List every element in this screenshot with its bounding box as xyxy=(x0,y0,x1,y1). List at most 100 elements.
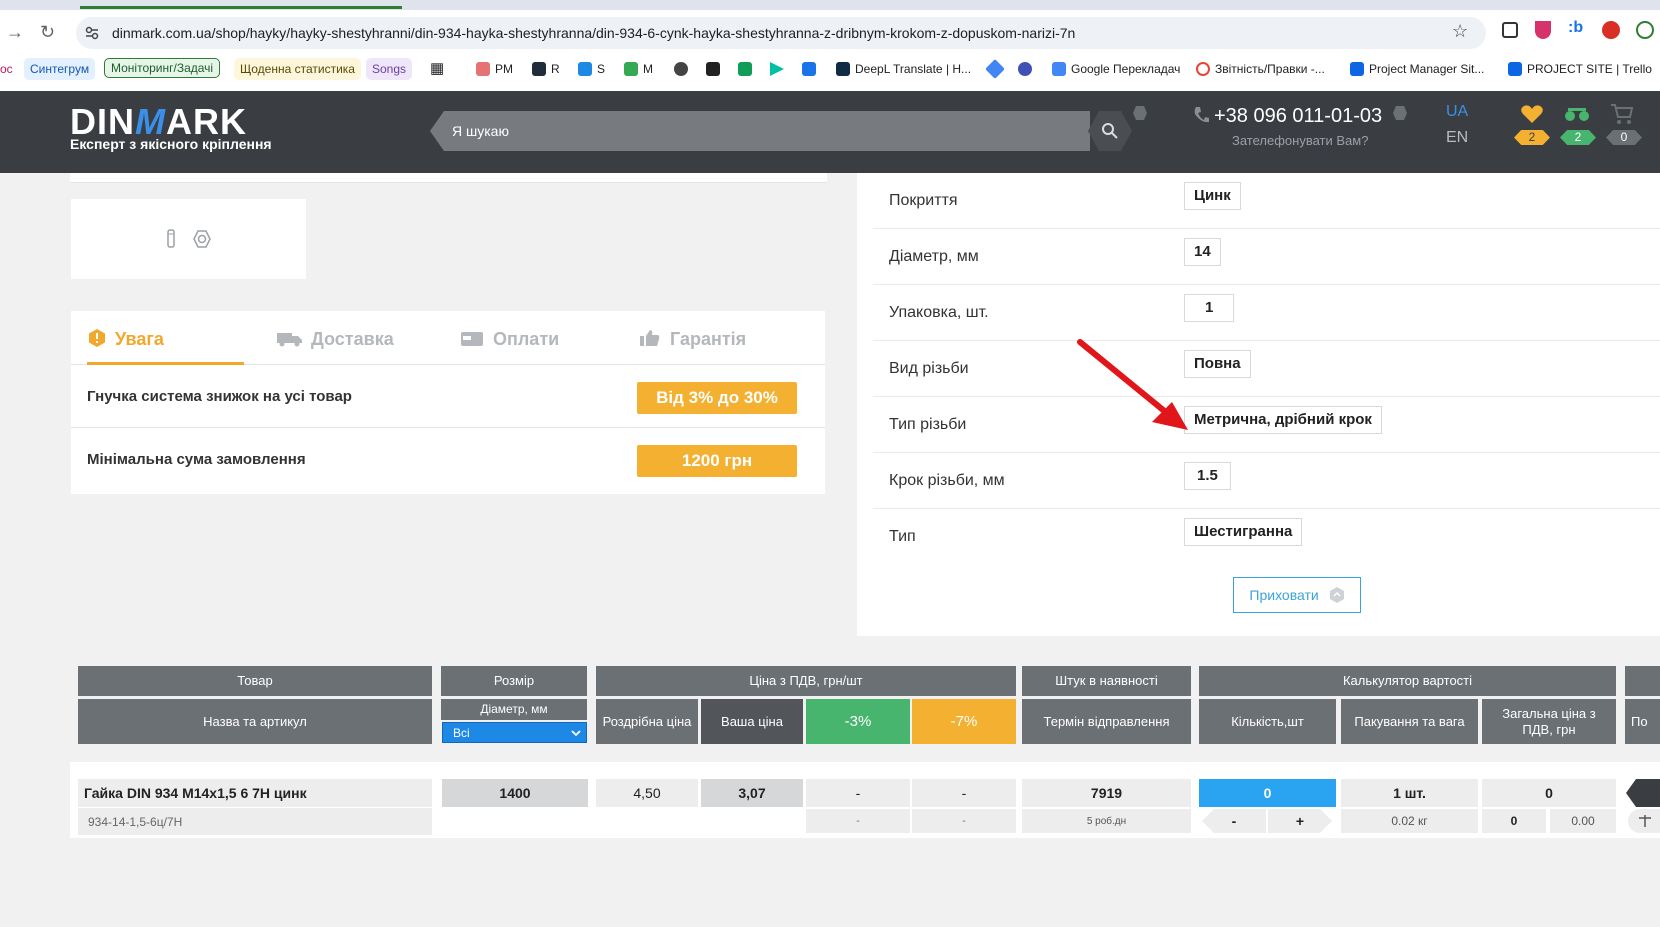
gemini-bookmark-icon[interactable] xyxy=(985,58,1007,80)
blue-circle-bookmark-icon[interactable] xyxy=(1018,58,1037,80)
m-favicon-icon xyxy=(624,62,638,76)
google-favicon-icon xyxy=(1196,62,1210,76)
spec-row-coating: Покриття Цинк xyxy=(873,173,1660,229)
s-favicon-icon xyxy=(578,62,592,76)
bookmark-r[interactable]: R xyxy=(532,58,560,80)
cart-icon[interactable] xyxy=(1610,103,1634,125)
spec-value[interactable]: Метрична, дрібний крок xyxy=(1184,406,1382,434)
compare-icon[interactable] xyxy=(1564,105,1590,125)
spec-value[interactable]: Цинк xyxy=(1184,182,1241,210)
th-minus3: -3% xyxy=(806,699,910,744)
bookmark-star-icon[interactable]: ☆ xyxy=(1452,21,1468,42)
phone-number[interactable]: +38 096 011-01-03 xyxy=(1190,105,1382,128)
heart-icon[interactable] xyxy=(1520,103,1544,125)
truck-icon xyxy=(277,333,302,347)
total-value: 0 xyxy=(1482,779,1616,807)
th-extra xyxy=(1625,666,1660,696)
info-row-min-order: Мінімальна сума замовлення 1200 грн xyxy=(71,429,825,491)
specifications-panel: Покриття Цинк Діаметр, мм 14 Упаковка, ш… xyxy=(857,173,1660,636)
product-name-link[interactable]: Гайка DIN 934 М14х1,5 6 7Н цинк xyxy=(78,779,432,807)
openai-bookmark-icon[interactable] xyxy=(674,58,693,80)
spec-label: Діаметр, мм xyxy=(889,248,979,265)
tab-warranty[interactable]: Гарантія xyxy=(640,329,746,350)
image-extension-icon[interactable] xyxy=(1502,22,1518,38)
thumbs-up-icon xyxy=(640,330,660,346)
compare-row-button[interactable] xyxy=(1628,809,1660,833)
minus7-value: - xyxy=(912,779,1016,807)
info-tabs: Увага Доставка Оплати Гарантія xyxy=(71,311,825,365)
trello-favicon-icon xyxy=(1350,62,1364,76)
bolt-thumbnail-icon[interactable] xyxy=(165,229,177,249)
bookmark-reports[interactable]: Звітність/Правки -... xyxy=(1196,58,1325,80)
site-settings-icon[interactable] xyxy=(85,26,99,40)
forward-icon[interactable]: → xyxy=(6,22,24,43)
warning-hex-icon xyxy=(89,329,105,347)
green-extension-icon[interactable] xyxy=(1636,21,1654,39)
th-name: Назва та артикул xyxy=(78,699,432,744)
spec-row-thread-pitch: Крок різьби, мм 1.5 xyxy=(873,453,1660,509)
bookmarks-bar: oc Синтегрум Моніторинг/Задачі Щоденна с… xyxy=(0,55,1660,85)
spec-value[interactable]: 14 xyxy=(1184,238,1221,266)
product-sku: 934-14-1,5-6ц/7Н xyxy=(78,808,432,835)
address-bar[interactable]: dinmark.com.ua/shop/hayky/hayky-shestyhr… xyxy=(76,17,1486,49)
search-input[interactable]: Я шукаю xyxy=(430,111,1090,151)
bookmark-trello[interactable]: PROJECT SITE | Trello xyxy=(1508,58,1652,80)
heart-bookmark-icon[interactable] xyxy=(802,58,821,80)
th-your-price: Ваша ціна xyxy=(701,699,803,744)
nut-thumbnail-icon[interactable] xyxy=(192,229,212,249)
tab-delivery[interactable]: Доставка xyxy=(277,329,394,350)
spec-value[interactable]: 1 xyxy=(1184,294,1235,322)
settings-hex-icon[interactable] xyxy=(1132,105,1148,121)
spec-label: Тип xyxy=(889,528,916,545)
spec-value[interactable]: Шестигранна xyxy=(1184,518,1303,546)
bookmark-daily-stats[interactable]: Щоденна статистика xyxy=(234,58,361,80)
th-packaging: Пакування та вага xyxy=(1341,699,1478,744)
hide-hex-icon xyxy=(1329,587,1344,603)
shield-extension-icon[interactable] xyxy=(1535,21,1551,39)
bookmark-monitoring[interactable]: Моніторинг/Задачі xyxy=(104,58,221,78)
bookmark-pm[interactable]: PM xyxy=(476,58,513,80)
play-bookmark-icon[interactable] xyxy=(770,58,789,80)
spec-row-thread-type: Тип різьби Метрична, дрібний крок xyxy=(873,397,1660,453)
phone-dropdown-icon[interactable] xyxy=(1392,105,1408,121)
quantity-input[interactable]: 0 xyxy=(1199,779,1336,807)
quantity-minus-button[interactable]: - xyxy=(1202,809,1266,833)
bookmark-pm-site[interactable]: Project Manager Sit... xyxy=(1350,58,1484,80)
th-diameter: Діаметр, мм xyxy=(441,699,587,720)
apps-grid-icon[interactable]: ▦ xyxy=(430,58,444,80)
spec-value[interactable]: 1.5 xyxy=(1184,462,1231,490)
search-icon xyxy=(1102,123,1118,139)
spec-label: Тип різьби xyxy=(889,416,967,433)
spec-label: Покриття xyxy=(889,192,958,209)
quantity-plus-button[interactable]: + xyxy=(1268,809,1332,833)
th-calculator: Калькулятор вартості xyxy=(1199,666,1616,696)
bookmark-deepl[interactable]: DeepL Translate | H... xyxy=(836,58,971,80)
tab-attention[interactable]: Увага xyxy=(89,329,164,350)
language-en[interactable]: EN xyxy=(1446,129,1468,147)
tab-payments[interactable]: Оплати xyxy=(461,329,559,350)
url-text[interactable]: dinmark.com.ua/shop/hayky/hayky-shestyhr… xyxy=(112,25,1075,41)
bookmark-songs[interactable]: Songs xyxy=(366,58,413,80)
browser-chrome: → ↻ dinmark.com.ua/shop/hayky/hayky-shes… xyxy=(0,0,1660,91)
search-placeholder: Я шукаю xyxy=(452,123,509,139)
minus3-sub: - xyxy=(806,809,910,833)
minus7-sub: - xyxy=(912,809,1016,833)
bookmark-m[interactable]: M xyxy=(624,58,653,80)
bookmark-s[interactable]: S xyxy=(578,58,605,80)
diameter-select[interactable]: Всі xyxy=(442,722,587,743)
min-order-text: Мінімальна сума замовлення xyxy=(87,451,306,468)
bookmark-partial[interactable]: oc xyxy=(0,58,13,80)
deepl-favicon-icon xyxy=(836,62,850,76)
callback-link[interactable]: Зателефонувати Вам? xyxy=(1232,133,1368,148)
search-button[interactable] xyxy=(1088,111,1132,151)
bookmark-syntegrum[interactable]: Синтегрум xyxy=(24,58,96,80)
bookmark-google-translate[interactable]: Google Перекладач xyxy=(1052,58,1180,80)
dark-bookmark-icon[interactable] xyxy=(706,58,725,80)
chat-bookmark-icon[interactable] xyxy=(738,58,757,80)
b-extension-icon[interactable]: :b xyxy=(1568,19,1583,37)
language-ua[interactable]: UA xyxy=(1446,103,1468,121)
th-total: Загальна ціна з ПДВ, грн xyxy=(1482,699,1616,744)
reload-icon[interactable]: ↻ xyxy=(40,22,55,43)
s-extension-icon[interactable] xyxy=(1602,21,1620,39)
hide-specs-button[interactable]: Приховати xyxy=(1233,577,1361,613)
